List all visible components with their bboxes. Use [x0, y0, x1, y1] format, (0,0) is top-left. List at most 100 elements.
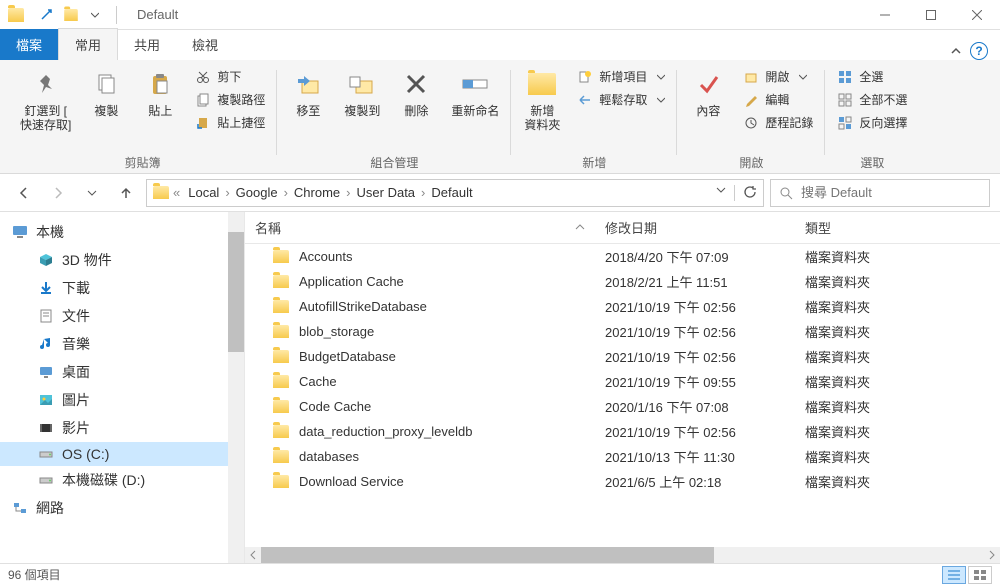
chevron-right-icon: ›	[223, 185, 231, 200]
copy-to-button[interactable]: 複製到	[337, 64, 387, 122]
title-bar: Default	[0, 0, 1000, 30]
folder-icon	[273, 300, 289, 313]
sidebar-network[interactable]: 網路	[0, 494, 244, 522]
sidebar-item--[interactable]: 圖片	[0, 386, 244, 414]
search-box[interactable]	[770, 179, 990, 207]
select-all-button[interactable]: 全選	[831, 66, 913, 87]
move-to-button[interactable]: 移至	[283, 64, 333, 122]
forward-button[interactable]	[44, 179, 72, 207]
file-row[interactable]: Accounts2018/4/20 下午 07:09檔案資料夾	[245, 244, 1000, 269]
doc-icon	[38, 308, 54, 324]
file-row[interactable]: Code Cache2020/1/16 下午 07:08檔案資料夾	[245, 394, 1000, 419]
folder-icon	[273, 425, 289, 438]
music-icon	[38, 336, 54, 352]
sidebar-item--d-[interactable]: 本機磁碟 (D:)	[0, 466, 244, 494]
qat-new-folder-button[interactable]	[60, 4, 82, 26]
column-name[interactable]: 名稱	[255, 218, 605, 237]
paste-shortcut-button[interactable]: 貼上捷徑	[189, 112, 271, 133]
folder-icon	[273, 400, 289, 413]
file-date: 2021/6/5 上午 02:18	[605, 472, 805, 491]
new-folder-button[interactable]: 新增 資料夾	[517, 64, 567, 136]
up-button[interactable]	[112, 179, 140, 207]
maximize-button[interactable]	[908, 0, 954, 30]
video-icon	[38, 420, 54, 436]
file-row[interactable]: BudgetDatabase2021/10/19 下午 02:56檔案資料夾	[245, 344, 1000, 369]
thumbnails-view-button[interactable]	[968, 566, 992, 584]
breadcrumb-chrome[interactable]: Chrome	[290, 183, 344, 202]
app-folder-icon	[8, 8, 24, 22]
sidebar-item-label: OS (C:)	[62, 446, 109, 462]
properties-button[interactable]: 內容	[683, 64, 733, 122]
edit-button[interactable]: 編輯	[737, 89, 819, 110]
refresh-button[interactable]	[743, 185, 757, 199]
address-dropdown-icon[interactable]	[716, 185, 726, 195]
sidebar-this-pc[interactable]: 本機	[0, 218, 244, 246]
copy-path-button[interactable]: 複製路徑	[189, 89, 271, 110]
file-type: 檔案資料夾	[805, 447, 990, 466]
file-type: 檔案資料夾	[805, 247, 990, 266]
invert-selection-button[interactable]: 反向選擇	[831, 112, 913, 133]
minimize-button[interactable]	[862, 0, 908, 30]
cut-button[interactable]: 剪下	[189, 66, 271, 87]
sidebar-item--[interactable]: 影片	[0, 414, 244, 442]
file-type: 檔案資料夾	[805, 372, 990, 391]
horizontal-scrollbar[interactable]	[245, 547, 1000, 563]
sidebar-item--[interactable]: 下載	[0, 274, 244, 302]
easy-access-button[interactable]: 輕鬆存取	[571, 89, 671, 110]
sidebar-item-os-c-[interactable]: OS (C:)	[0, 442, 244, 466]
breadcrumb-google[interactable]: Google	[232, 183, 282, 202]
tab-view[interactable]: 檢視	[176, 29, 234, 60]
file-name: BudgetDatabase	[299, 349, 396, 364]
file-row[interactable]: blob_storage2021/10/19 下午 02:56檔案資料夾	[245, 319, 1000, 344]
select-none-button[interactable]: 全部不選	[831, 89, 913, 110]
recent-dropdown-button[interactable]	[78, 179, 106, 207]
history-button[interactable]: 歷程記錄	[737, 112, 819, 133]
sidebar-item--[interactable]: 音樂	[0, 330, 244, 358]
sidebar-item--[interactable]: 文件	[0, 302, 244, 330]
breadcrumb-user-data[interactable]: User Data	[353, 183, 420, 202]
close-button[interactable]	[954, 0, 1000, 30]
sidebar-item-3d-[interactable]: 3D 物件	[0, 246, 244, 274]
qat-properties-button[interactable]	[36, 4, 58, 26]
file-row[interactable]: Application Cache2018/2/21 上午 11:51檔案資料夾	[245, 269, 1000, 294]
pin-button[interactable]: 釘選到 [ 快速存取]	[14, 64, 77, 136]
ribbon-tabs: 檔案 常用 共用 檢視 ?	[0, 30, 1000, 60]
chevron-right-icon: ›	[344, 185, 352, 200]
search-input[interactable]	[801, 185, 981, 200]
address-bar[interactable]: « Local›Google›Chrome›User Data›Default	[146, 179, 764, 207]
nav-bar: « Local›Google›Chrome›User Data›Default	[0, 174, 1000, 212]
back-button[interactable]	[10, 179, 38, 207]
new-item-button[interactable]: 新增項目	[571, 66, 671, 87]
open-button[interactable]: 開啟	[737, 66, 819, 87]
collapse-ribbon-icon[interactable]	[950, 45, 962, 57]
file-row[interactable]: Cache2021/10/19 下午 09:55檔案資料夾	[245, 369, 1000, 394]
rename-button[interactable]: 重新命名	[445, 64, 505, 122]
file-row[interactable]: data_reduction_proxy_leveldb2021/10/19 下…	[245, 419, 1000, 444]
file-date: 2021/10/19 下午 02:56	[605, 322, 805, 341]
file-name: Cache	[299, 374, 337, 389]
file-type: 檔案資料夾	[805, 472, 990, 491]
sidebar-item--[interactable]: 桌面	[0, 358, 244, 386]
paste-button[interactable]: 貼上	[135, 64, 185, 122]
tab-file[interactable]: 檔案	[0, 29, 58, 60]
file-type: 檔案資料夾	[805, 397, 990, 416]
file-row[interactable]: databases2021/10/13 下午 11:30檔案資料夾	[245, 444, 1000, 469]
sidebar-scrollbar[interactable]	[228, 212, 244, 563]
column-date[interactable]: 修改日期	[605, 218, 805, 237]
help-button[interactable]: ?	[970, 42, 988, 60]
copy-button[interactable]: 複製	[81, 64, 131, 122]
network-icon	[12, 500, 28, 516]
file-name: Application Cache	[299, 274, 404, 289]
tab-home[interactable]: 常用	[58, 28, 118, 60]
delete-button[interactable]: 刪除	[391, 64, 441, 122]
tab-share[interactable]: 共用	[118, 29, 176, 60]
qat-dropdown-button[interactable]	[84, 4, 106, 26]
details-view-button[interactable]	[942, 566, 966, 584]
breadcrumb-local[interactable]: Local	[184, 183, 223, 202]
window-title: Default	[137, 7, 178, 22]
file-row[interactable]: Download Service2021/6/5 上午 02:18檔案資料夾	[245, 469, 1000, 494]
file-row[interactable]: AutofillStrikeDatabase2021/10/19 下午 02:5…	[245, 294, 1000, 319]
sort-icon	[575, 223, 585, 233]
breadcrumb-default[interactable]: Default	[427, 183, 476, 202]
column-type[interactable]: 類型	[805, 218, 990, 237]
